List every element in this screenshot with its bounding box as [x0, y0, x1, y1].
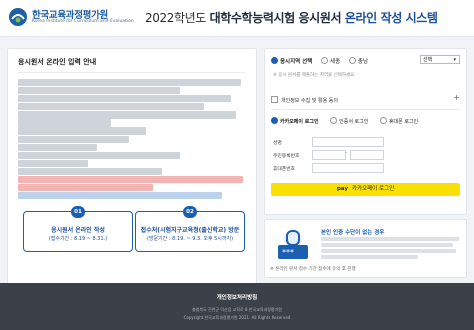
text-line-warning [18, 184, 153, 192]
radio-icon [321, 57, 329, 64]
phone-input[interactable] [312, 163, 384, 173]
step-title: 접수처(시험지구교육청(출신학교) 방문 [140, 227, 240, 234]
region-option-chungnam[interactable]: 충남 [348, 57, 369, 65]
kakao-login-button[interactable]: pay 카카오페이 로그인 [271, 183, 460, 196]
text-line [18, 95, 232, 103]
region-selector: 응시지역 선택 세종 충남 [271, 57, 375, 65]
region-chungnam-label: 충남 [357, 59, 369, 65]
logo-english: Korea Institute for Curriculum and Evalu… [32, 19, 134, 24]
name-input[interactable] [312, 137, 384, 147]
password-lock-icon: *** [278, 230, 308, 259]
text-line [321, 249, 457, 253]
step-period: (방문기간 : 8.19. ~ 9.3. 오후 5시까지) [146, 236, 234, 242]
consent-label: 개인정보 수집 및 활용 동의 [281, 98, 338, 104]
step-number: 01 [71, 206, 85, 218]
text-line [18, 103, 204, 111]
name-row: 성명 [271, 137, 384, 147]
tab-phone-login[interactable]: 휴대폰 로그인 [379, 117, 419, 125]
dash: - [345, 151, 347, 156]
radio-selected-icon [271, 57, 278, 64]
text-line [321, 255, 418, 259]
tab-cert-login[interactable]: 인증서 로그인 [330, 117, 369, 125]
login-method-tabs: 카카오페이 로그인 인증서 로그인 휴대폰 로그인 [271, 117, 460, 127]
notice-title: 본인 인증 수단이 없는 경우 [321, 230, 385, 236]
page-title: 2022학년도 대학수학능력시험 응시원서 온라인 작성 시스템 [145, 9, 438, 26]
notice-footnote: ※ 온라인 원서 접수 기간 접수에 유의 후 진행 [270, 267, 356, 272]
text-line [18, 159, 88, 167]
region-note: ※ 응시 원서를 제출하는 지역을 선택하세요. [273, 73, 356, 78]
kice-emblem-icon [9, 8, 27, 26]
footer-address: 충청북도 진천군 덕산읍 교학로 8 한국교육과정평가원 [192, 307, 282, 312]
region-label: 응시지역 선택 [280, 59, 313, 65]
text-line [321, 237, 459, 241]
guide-heading: 응시원서 온라인 입력 안내 [18, 58, 97, 66]
text-line [18, 87, 181, 95]
phone-row: 휴대폰번호 [271, 163, 384, 173]
text-line-note [18, 192, 223, 200]
guide-panel: 응시원서 온라인 입력 안내 01 응시원서 온라인 작성 (접수기간 : 8.… [7, 48, 257, 312]
tab-label: 카카오페이 로그인 [280, 119, 319, 125]
footer-copyright: Copyright 한국교육과정평가원 2021. All Rights Res… [183, 315, 291, 320]
text-line-warning [18, 175, 244, 184]
step-period: (접수기간 : 8.19 ~ 8.31.) [48, 236, 108, 242]
text-line [18, 135, 130, 143]
tab-label: 인증서 로그인 [339, 119, 369, 125]
name-label: 성명 [273, 141, 282, 146]
region-option-default[interactable]: 응시지역 선택 [271, 57, 313, 65]
tab-kakao-login[interactable]: 카카오페이 로그인 [271, 117, 319, 125]
rrn-front-input[interactable] [312, 150, 346, 160]
title-online: 온라인 작성 시스템 [344, 11, 438, 25]
region-sejong-label: 세종 [330, 59, 341, 65]
step-online-apply[interactable]: 01 응시원서 온라인 작성 (접수기간 : 8.19 ~ 8.31.) [23, 206, 133, 252]
kice-logo[interactable]: 한국교육과정평가원 Korea Institute for Curriculum… [8, 7, 138, 29]
expand-plus-icon[interactable]: + [453, 93, 460, 102]
privacy-policy-link[interactable]: 개인정보처리방침 [0, 293, 474, 301]
header: 한국교육과정평가원 Korea Institute for Curriculum… [0, 0, 474, 37]
text-line [18, 111, 237, 119]
text-line [18, 79, 241, 87]
svg-text:***: *** [282, 248, 294, 257]
text-line [321, 243, 454, 247]
rrn-back-input[interactable] [350, 150, 384, 160]
divider [271, 109, 460, 110]
radio-icon [330, 117, 338, 124]
region-dropdown-value: 선택 [423, 57, 433, 63]
consent-checkbox[interactable]: 개인정보 수집 및 활용 동의 [271, 96, 338, 104]
checkbox-icon [271, 96, 278, 103]
step-title: 응시원서 온라인 작성 [51, 227, 105, 234]
rrn-row: 주민등록번호 - [271, 150, 384, 160]
step-office-visit[interactable]: 02 접수처(시험지구교육청(출신학교) 방문 (방문기간 : 8.19. ~ … [135, 206, 245, 252]
guide-text-block [18, 79, 250, 200]
chevron-down-icon: ▾ [453, 57, 456, 63]
application-panel: 응시지역 선택 세종 충남 선택 ▾ ※ 응시 원서를 제출하는 지역을 선택하… [264, 48, 467, 215]
kakao-login-label: 카카오페이 로그인 [351, 186, 395, 192]
rrn-label: 주민등록번호 [273, 154, 300, 159]
title-year: 2022학년도 [145, 11, 206, 25]
notice-text-block [321, 237, 459, 261]
text-line [18, 151, 181, 159]
radio-icon [379, 117, 387, 124]
step-number: 02 [183, 206, 197, 218]
radio-selected-icon [271, 117, 278, 124]
tab-label: 휴대폰 로그인 [388, 119, 419, 125]
text-line [18, 143, 97, 151]
footer: 개인정보처리방침 충청북도 진천군 덕산읍 교학로 8 한국교육과정평가원 Co… [0, 283, 474, 330]
region-dropdown[interactable]: 선택 ▾ [420, 55, 460, 64]
phone-label: 휴대폰번호 [273, 167, 296, 172]
title-name: 대학수학능력시험 응시원서 [209, 11, 342, 25]
region-option-sejong[interactable]: 세종 [321, 57, 341, 65]
text-line [18, 167, 162, 176]
text-line [18, 127, 146, 135]
radio-icon [348, 57, 356, 64]
kakao-pay-logo: pay [336, 186, 348, 192]
divider [18, 72, 246, 73]
text-line [18, 119, 111, 127]
